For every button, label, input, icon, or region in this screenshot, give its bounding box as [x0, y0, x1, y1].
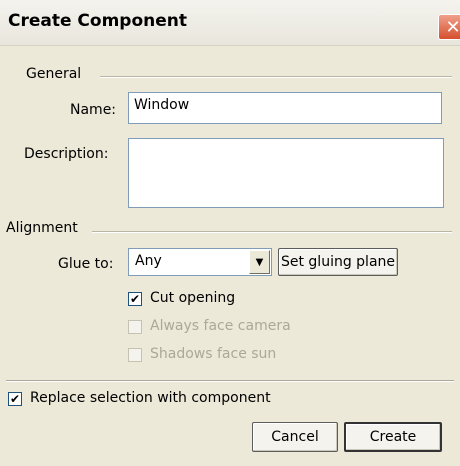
- window-title: Create Component: [8, 11, 188, 31]
- cancel-button[interactable]: Cancel: [252, 422, 338, 452]
- chevron-down-icon: ▼: [255, 256, 264, 268]
- alignment-group-divider: [92, 231, 452, 233]
- always-face-camera-checkbox[interactable]: [128, 320, 142, 334]
- name-input-value: Window: [134, 97, 190, 113]
- check-icon: ✔: [129, 292, 141, 306]
- section-separator: [6, 380, 454, 382]
- close-button[interactable]: ✕: [438, 14, 460, 40]
- glue-to-dropdown-button[interactable]: ▼: [249, 250, 270, 274]
- glue-to-value: Any: [135, 253, 162, 269]
- replace-selection-checkbox[interactable]: ✔: [8, 392, 22, 406]
- cut-opening-label: Cut opening: [150, 290, 236, 306]
- replace-selection-label: Replace selection with component: [30, 390, 271, 406]
- check-icon: ✔: [9, 392, 21, 406]
- glue-to-label: Glue to:: [58, 256, 114, 272]
- create-button[interactable]: Create: [344, 422, 442, 452]
- alignment-group-label: Alignment: [6, 220, 78, 236]
- glue-to-select[interactable]: Any ▼: [128, 248, 272, 276]
- shadows-face-sun-label: Shadows face sun: [150, 346, 277, 362]
- title-bar: Create Component ✕: [0, 0, 460, 46]
- general-group-label: General: [26, 66, 82, 82]
- cut-opening-checkbox[interactable]: ✔: [128, 292, 142, 306]
- always-face-camera-label: Always face camera: [150, 318, 291, 334]
- name-input[interactable]: Window: [128, 92, 442, 124]
- general-group-divider: [100, 76, 452, 78]
- close-icon: ✕: [445, 16, 460, 38]
- shadows-face-sun-checkbox[interactable]: [128, 348, 142, 362]
- description-input[interactable]: [128, 138, 444, 208]
- set-gluing-plane-button[interactable]: Set gluing plane: [278, 248, 398, 276]
- description-label: Description:: [24, 146, 109, 162]
- name-label: Name:: [70, 102, 117, 118]
